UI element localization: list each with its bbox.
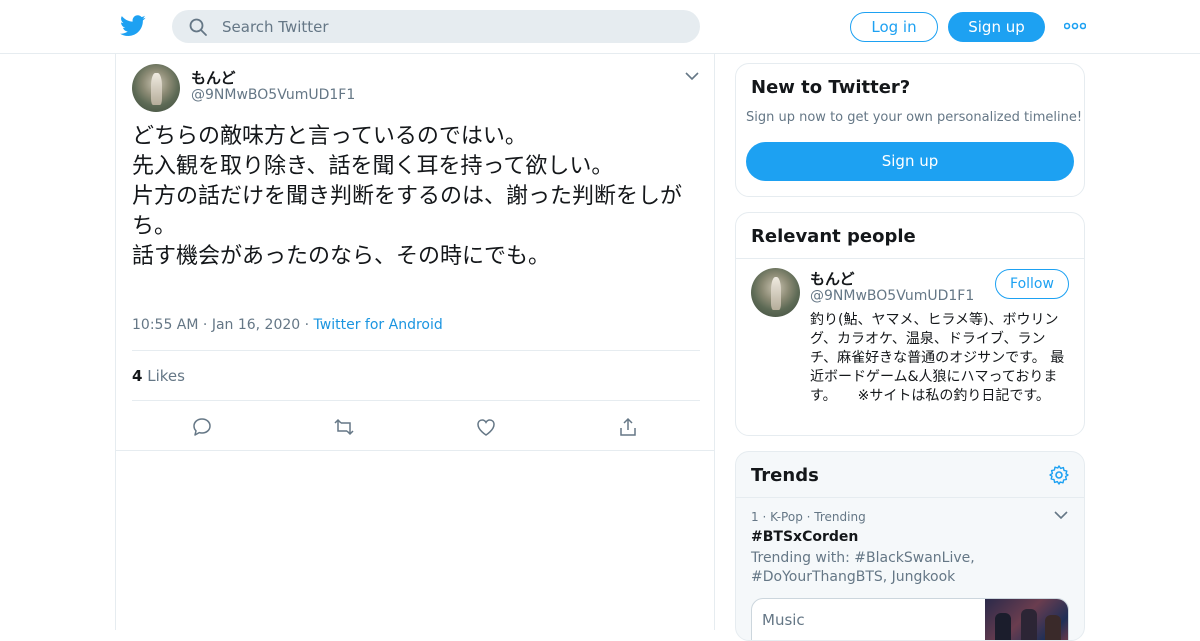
tweet-line: 先入観を取り除き、話を聞く耳を持って欲しい。: [132, 154, 614, 179]
card-title: Trends: [751, 465, 819, 486]
tweet-line: 話す機会があったのなら、その時にでも。: [132, 244, 551, 269]
author-name[interactable]: もんど: [191, 67, 236, 88]
like-icon[interactable]: [475, 416, 497, 438]
trend-media-card[interactable]: Music: [751, 598, 1069, 640]
search-bar[interactable]: Search Twitter: [172, 10, 700, 43]
author-handle[interactable]: @9NMwBO5VumUD1F1: [191, 87, 355, 103]
relevant-people-card: Relevant people もんど @9NMwBO5VumUD1F1 Fol…: [735, 212, 1085, 436]
search-icon: [189, 18, 207, 36]
trends-card: Trends 1 · K-Pop · Trending #BTSxCorden …: [735, 451, 1085, 641]
tweet-line: どちらの敵味方と言っているのではい。: [132, 124, 527, 149]
signup-card-button[interactable]: Sign up: [746, 142, 1074, 181]
tweet-column: もんど @9NMwBO5VumUD1F1 どちらの敵味方と言っているのではい。 …: [115, 54, 715, 630]
login-button[interactable]: Log in: [850, 12, 938, 42]
media-thumbnail: [985, 599, 1068, 640]
tweet-metadata: 10:55 AM · Jan 16, 2020 · Twitter for An…: [132, 317, 443, 333]
trend-trending-with: Trending with: #BlackSwanLive, #DoYourTh…: [751, 550, 975, 585]
likes-label: Likes: [147, 367, 185, 385]
likes-number: 4: [132, 367, 143, 385]
card-subtitle: Sign up now to get your own personalized…: [746, 110, 1083, 125]
avatar[interactable]: [132, 64, 180, 112]
share-icon[interactable]: [617, 416, 639, 438]
card-title: Relevant people: [751, 226, 916, 247]
divider: [132, 400, 700, 401]
chevron-down-icon[interactable]: [685, 71, 699, 81]
signup-button[interactable]: Sign up: [948, 12, 1045, 42]
trend-meta: 1 · K-Pop · Trending: [751, 510, 866, 524]
more-options-icon[interactable]: [1064, 18, 1086, 34]
likes-count[interactable]: 4 Likes: [132, 367, 185, 385]
divider: [736, 258, 1084, 259]
tweet-actions: [116, 404, 714, 450]
avatar[interactable]: [751, 268, 800, 317]
settings-gear-icon[interactable]: [1048, 464, 1070, 486]
person-handle[interactable]: @9NMwBO5VumUD1F1: [810, 288, 974, 304]
tweet-time[interactable]: 10:55 AM: [132, 317, 198, 333]
search-input[interactable]: Search Twitter: [222, 18, 329, 36]
divider: [736, 497, 1084, 498]
follow-button[interactable]: Follow: [995, 269, 1069, 299]
trend-rank: 1: [751, 510, 759, 524]
divider: [132, 350, 700, 351]
tweet-date[interactable]: Jan 16, 2020: [212, 317, 300, 333]
trend-category: K-Pop: [770, 510, 803, 524]
tweet-text: どちらの敵味方と言っているのではい。 先入観を取り除き、話を聞く耳を持って欲しい…: [132, 122, 702, 272]
reply-icon[interactable]: [191, 416, 213, 438]
chevron-down-icon[interactable]: [1054, 510, 1068, 520]
divider: [116, 450, 714, 451]
person-bio: 釣り(鮎、ヤマメ、ヒラメ等)、ボウリング、カラオケ、温泉、ドライブ、ランチ、麻雀…: [810, 312, 1065, 404]
trend-hashtag[interactable]: #BTSxCorden: [751, 529, 858, 545]
twitter-logo-icon[interactable]: [120, 14, 146, 38]
trend-status: Trending: [814, 510, 866, 524]
retweet-icon[interactable]: [333, 416, 355, 438]
tweet-source-link[interactable]: Twitter for Android: [314, 317, 443, 333]
person-name[interactable]: もんど: [810, 268, 855, 289]
card-title: New to Twitter?: [751, 77, 911, 98]
top-bar: Search Twitter Log in Sign up: [0, 0, 1200, 54]
new-to-twitter-card: New to Twitter? Sign up now to get your …: [735, 63, 1085, 197]
tweet-line: 片方の話だけを聞き判断をするのは、謝った判断をしがち。: [132, 184, 683, 239]
media-label: Music: [762, 611, 805, 629]
